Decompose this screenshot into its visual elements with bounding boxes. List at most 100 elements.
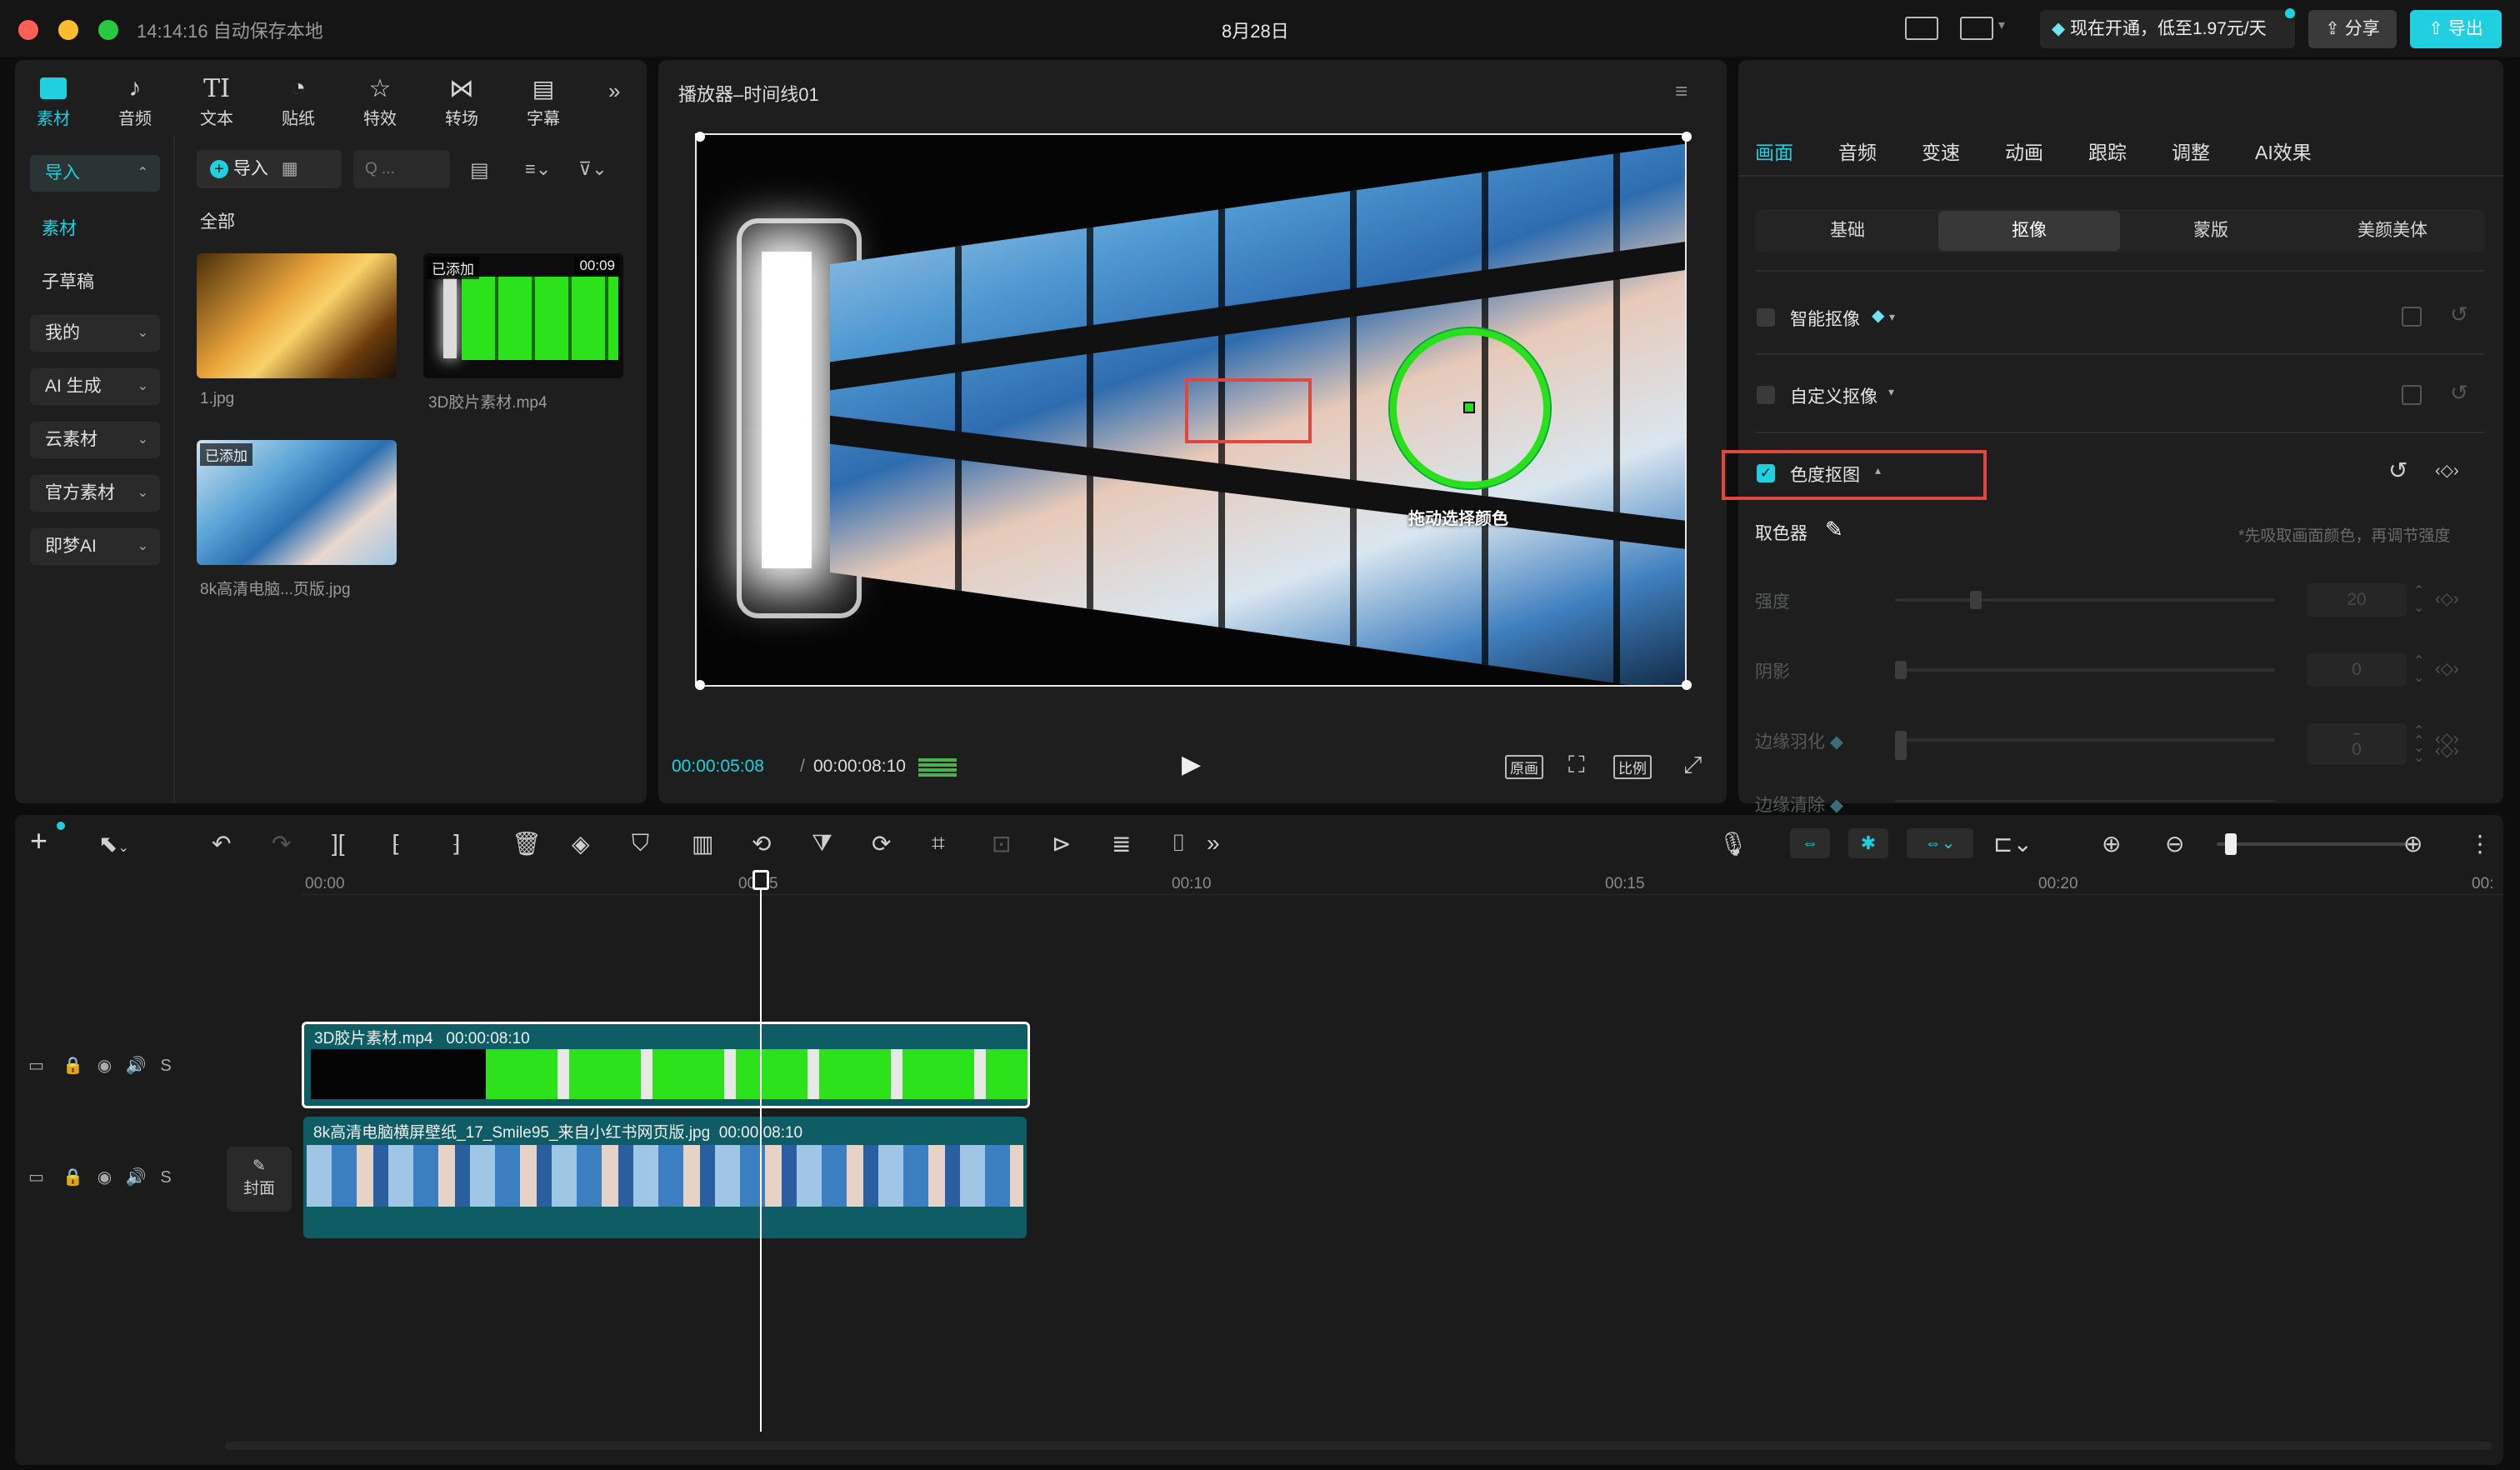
more-tabs-icon[interactable]: »	[608, 78, 620, 104]
tab-media[interactable]: 素材	[20, 72, 87, 133]
keyframe-icon[interactable]: ‹◇›	[2435, 588, 2459, 609]
tab-sticker[interactable]: ◔ 贴纸	[265, 72, 332, 133]
view-toggle-icon[interactable]: ▤	[470, 158, 489, 182]
playhead-handle[interactable]	[752, 870, 769, 890]
tab-speed[interactable]: 变速	[1922, 137, 1960, 165]
shadow-slider[interactable]	[1895, 668, 2275, 672]
image-clip-wallpaper[interactable]: 8k高清电脑横屏壁纸_17_Smile95_来自小红书网页版.jpg 00:00…	[303, 1117, 1027, 1238]
nav-cloud[interactable]: 云素材 ⌄	[30, 422, 160, 458]
tab-audio[interactable]: ♪ 音频	[102, 72, 168, 133]
tab-ai-effects[interactable]: AI效果	[2255, 137, 2312, 165]
microphone-icon[interactable]: 🎙	[1718, 830, 1748, 858]
feather-slider[interactable]	[1895, 738, 2275, 742]
maximize-window-button[interactable]	[98, 20, 118, 40]
reset-icon[interactable]: ↺	[2450, 380, 2468, 406]
menu-icon[interactable]: ≡	[1675, 78, 1688, 104]
fit-icon[interactable]: ⊡	[992, 830, 1011, 858]
undo-icon[interactable]: ↶	[212, 830, 231, 858]
auto-snap-icon[interactable]: ✱	[1848, 828, 1888, 858]
tab-audio-props[interactable]: 音频	[1838, 137, 1877, 165]
lock-icon[interactable]: 🔒	[62, 1168, 83, 1187]
tab-text[interactable]: TI 文本	[183, 72, 250, 133]
rotate-icon[interactable]: ⟳	[872, 830, 891, 858]
add-track-icon[interactable]: +	[30, 823, 48, 858]
split-right-icon[interactable]: ⁆	[452, 830, 461, 858]
strength-slider[interactable]	[1895, 598, 2275, 602]
timeline-scrollbar[interactable]	[225, 1442, 2492, 1450]
stepper-icon[interactable]: ⌃ ⌄	[2413, 653, 2424, 687]
timeline-ruler[interactable]	[302, 870, 2503, 895]
mirror-icon[interactable]: ⧩	[812, 830, 832, 858]
original-button[interactable]: 原画	[1505, 755, 1543, 779]
keyframe-icon[interactable]: ‹◇›	[2435, 658, 2459, 679]
nav-ai[interactable]: AI 生成 ⌄	[30, 368, 160, 405]
zoom-slider[interactable]	[2217, 842, 2417, 846]
keyframe-icon[interactable]: ‹◇›	[2435, 740, 2459, 761]
subtab-mask[interactable]: 蒙版	[2120, 211, 2302, 251]
edge-clear-value[interactable]: 0	[2307, 735, 2407, 765]
zoom-knob[interactable]	[2225, 833, 2237, 855]
nav-media[interactable]: 素材	[42, 215, 77, 240]
resize-handle[interactable]	[695, 680, 705, 690]
shortcut-icon[interactable]	[1905, 17, 1938, 40]
split-left-icon[interactable]: ⁅	[392, 830, 401, 858]
subtab-basic[interactable]: 基础	[1757, 211, 1938, 251]
stepper-icon[interactable]: ⌃ ⌄	[2413, 733, 2424, 767]
reverse-icon[interactable]: ⟲	[752, 830, 771, 858]
resize-handle[interactable]	[695, 132, 705, 142]
volume-icon[interactable]: 🔊	[126, 1057, 147, 1075]
import-button[interactable]: + 导入 ▦	[197, 150, 342, 188]
edge-clear-slider[interactable]	[1895, 800, 2275, 802]
zoom-fit-icon[interactable]: ⊕	[2102, 830, 2121, 858]
solo-toggle[interactable]: S	[160, 1168, 171, 1187]
redo-icon[interactable]: ↷	[272, 830, 291, 858]
zoom-out-icon[interactable]: ⊖	[2165, 830, 2184, 858]
select-tool-icon[interactable]: ⬉⌄	[98, 830, 129, 858]
close-window-button[interactable]	[18, 20, 38, 40]
keyframe-icon[interactable]: ‹◇›	[2435, 460, 2459, 481]
nav-official[interactable]: 官方素材 ⌄	[30, 475, 160, 512]
preview-axis-icon[interactable]: ⊏⌄	[1993, 830, 2032, 858]
track-visibility-icon[interactable]: ▭	[28, 1168, 44, 1187]
fit-screen-icon[interactable]: ⛶	[1568, 752, 1585, 779]
strength-value[interactable]: 20	[2307, 583, 2407, 617]
tab-adjust[interactable]: 调整	[2172, 137, 2210, 165]
nav-mine[interactable]: 我的 ⌄	[30, 315, 160, 352]
vip-banner[interactable]: ◆ 现在开通，低至1.97元/天	[2040, 10, 2295, 48]
filter-icon[interactable]: ⊽⌄	[578, 158, 608, 180]
nav-draft[interactable]: 子草稿	[42, 268, 94, 293]
media-thumb-jpg[interactable]	[197, 253, 397, 378]
eye-icon[interactable]: ◉	[98, 1057, 112, 1075]
zoom-in-icon[interactable]: ⊕	[2403, 830, 2422, 858]
layout-dropdown-icon[interactable]: ▾	[1998, 17, 2005, 33]
more-tools-icon[interactable]: »	[1207, 830, 1220, 857]
delete-icon[interactable]: 🗑	[512, 830, 542, 858]
play-icon[interactable]: ▶	[1182, 750, 1201, 779]
search-input[interactable]: Q ...	[353, 150, 450, 188]
smart-cutout-checkbox[interactable]	[1757, 308, 1775, 327]
share-button[interactable]: ⇪ 分享	[2308, 10, 2397, 48]
apply-icon[interactable]	[2402, 307, 2422, 327]
freeze-icon[interactable]: ▥	[692, 830, 713, 858]
export-button[interactable]: ⇧ 导出	[2410, 10, 2502, 48]
tab-tracking[interactable]: 跟踪	[2088, 137, 2127, 165]
resize-handle[interactable]	[1682, 680, 1692, 690]
nav-dream[interactable]: 即梦AI ⌄	[30, 528, 160, 565]
playhead[interactable]	[760, 872, 762, 1432]
link-icon[interactable]: ⇔⌄	[1907, 828, 1973, 858]
resize-handle[interactable]	[1682, 132, 1692, 142]
ratio-button[interactable]: 比例	[1613, 755, 1652, 779]
trim-icon[interactable]: ⌷	[1172, 830, 1186, 858]
tab-effects[interactable]: ☆ 特效	[347, 72, 413, 133]
media-thumb-mp4[interactable]: 已添加 00:09	[423, 253, 623, 378]
cover-frame-icon[interactable]: ⊳	[1052, 830, 1071, 858]
custom-cutout-checkbox[interactable]	[1757, 386, 1775, 404]
color-picker-loupe[interactable]	[1390, 328, 1550, 488]
track-visibility-icon[interactable]: ▭	[28, 1057, 44, 1075]
nav-import[interactable]: 导入 ⌃	[30, 155, 160, 192]
shadow-value[interactable]: 0	[2307, 653, 2407, 687]
tab-animation[interactable]: 动画	[2005, 137, 2043, 165]
solo-toggle[interactable]: S	[160, 1057, 171, 1075]
more-icon[interactable]: ⋮	[2468, 830, 2492, 858]
reset-icon[interactable]: ↺	[2388, 457, 2408, 484]
